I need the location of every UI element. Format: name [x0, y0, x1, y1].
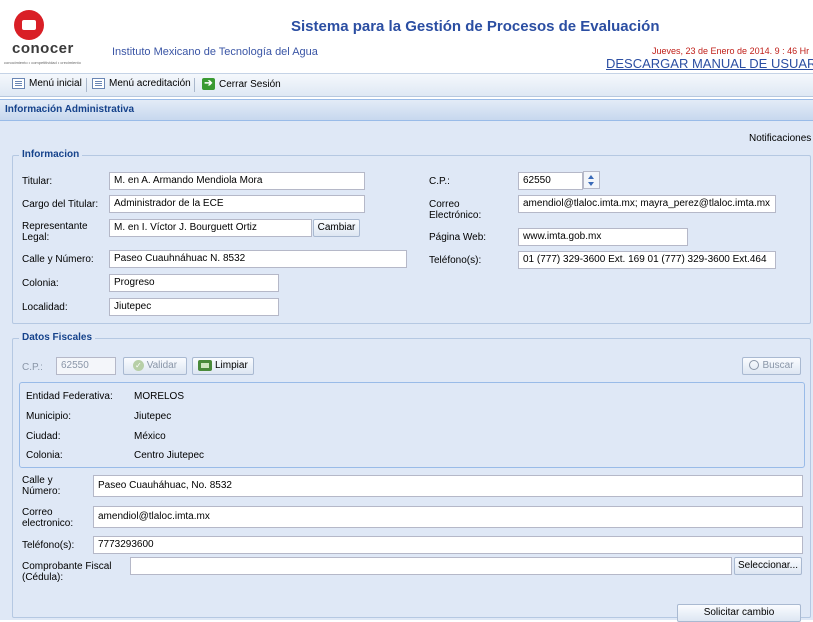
toolbar-divider: [86, 78, 87, 92]
notifications-link[interactable]: Notificaciones: [749, 133, 811, 144]
datos-fiscales-legend: Datos Fiscales: [19, 332, 96, 343]
colonia-field[interactable]: Progreso: [109, 274, 279, 292]
toolbar: Menú inicial Menú acreditación ➔ Cerrar …: [0, 73, 813, 97]
calle-field[interactable]: Paseo Cuauhnáhuac N. 8532: [109, 250, 407, 268]
fiscal-telefono-field[interactable]: 7773293600: [93, 536, 803, 554]
cerrar-sesion-button[interactable]: ➔ Cerrar Sesión: [202, 78, 281, 90]
ciudad-value: México: [134, 431, 166, 442]
logo-text: conocer: [12, 40, 74, 57]
cargo-field[interactable]: Administrador de la ECE: [109, 195, 365, 213]
panel-header: Información Administrativa: [0, 99, 813, 121]
fiscal-cp-label: C.P.:: [22, 362, 43, 373]
cp-label: C.P.:: [429, 176, 450, 187]
comprobante-label: Comprobante Fiscal (Cédula):: [22, 561, 112, 583]
fiscal-telefono-label: Teléfono(s):: [22, 540, 75, 551]
limpiar-label: Limpiar: [214, 360, 248, 371]
fiscal-cp-field[interactable]: 62550: [56, 357, 116, 375]
entidad-label: Entidad Federativa:: [26, 391, 113, 402]
titular-field[interactable]: M. en A. Armando Mendiola Mora: [109, 172, 365, 190]
municipio-value: Jiutepec: [134, 411, 172, 422]
panel-title: Información Administrativa: [5, 104, 135, 115]
logo-tagline: conocimiento • competitividad • crecimie…: [4, 60, 81, 65]
fiscal-calle-label: Calle y Número:: [22, 475, 61, 497]
solicitar-cambio-button[interactable]: Solicitar cambio: [677, 604, 801, 622]
check-icon: ✓: [132, 359, 144, 371]
clear-icon: [198, 359, 213, 371]
colonia-fiscal-label: Colonia:: [26, 450, 63, 461]
entidad-value: MORELOS: [134, 391, 185, 402]
buscar-label: Buscar: [762, 360, 794, 371]
menu-acreditacion-label: Menú acreditación: [109, 78, 191, 89]
menu-inicial-button[interactable]: Menú inicial: [12, 78, 82, 89]
search-icon: [749, 360, 760, 371]
colonia-fiscal-value: Centro Jiutepec: [134, 450, 205, 461]
cambiar-button[interactable]: Cambiar: [313, 219, 360, 237]
validar-label: Validar: [146, 360, 178, 371]
conocer-logo-icon: [14, 10, 44, 40]
representante-label: Representante Legal:: [22, 221, 88, 243]
ciudad-label: Ciudad:: [26, 431, 61, 442]
buscar-button[interactable]: Buscar: [742, 357, 801, 375]
validar-button[interactable]: ✓ Validar: [123, 357, 187, 375]
exit-arrow-icon: ➔: [202, 78, 215, 90]
menu-acreditacion-button[interactable]: Menú acreditación: [92, 78, 191, 89]
seleccionar-button[interactable]: Seleccionar...: [734, 557, 802, 575]
cargo-label: Cargo del Titular:: [22, 199, 99, 210]
download-manual-link[interactable]: DESCARGAR MANUAL DE USUARIO: [606, 56, 813, 71]
menu-inicial-label: Menú inicial: [29, 78, 82, 89]
comprobante-field[interactable]: [130, 557, 732, 575]
toolbar-divider: [194, 78, 195, 92]
localidad-field[interactable]: Jiutepec: [109, 298, 279, 316]
institution-name: Instituto Mexicano de Tecnología del Agu…: [112, 46, 318, 58]
fiscal-calle-field[interactable]: Paseo Cuauháhuac, No. 8532: [93, 475, 803, 497]
web-field[interactable]: www.imta.gob.mx: [518, 228, 688, 246]
correo-label: Correo Electrónico:: [429, 199, 482, 221]
correo-field[interactable]: amendiol@tlaloc.imta.mx; mayra_perez@tla…: [518, 195, 776, 213]
fiscal-correo-field[interactable]: amendiol@tlaloc.imta.mx: [93, 506, 803, 528]
app-header: conocer conocimiento • competitividad • …: [0, 0, 813, 71]
web-label: Página Web:: [429, 232, 487, 243]
calle-label: Calle y Número:: [22, 254, 94, 265]
representante-field[interactable]: M. en I. Víctor J. Bourguett Ortiz: [109, 219, 312, 237]
localidad-label: Localidad:: [22, 302, 68, 313]
municipio-label: Municipio:: [26, 411, 72, 422]
limpiar-button[interactable]: Limpiar: [192, 357, 254, 375]
telefono-field[interactable]: 01 (777) 329-3600 Ext. 169 01 (777) 329-…: [518, 251, 776, 269]
menu-icon: [92, 78, 105, 89]
cp-field[interactable]: 62550: [518, 172, 583, 190]
cp-spinner[interactable]: [583, 171, 600, 189]
telefono-label: Teléfono(s):: [429, 255, 482, 266]
date-time: Jueves, 23 de Enero de 2014. 9 : 46 Hr: [652, 46, 810, 56]
app-title: Sistema para la Gestión de Procesos de E…: [291, 18, 660, 35]
menu-icon: [12, 78, 25, 89]
informacion-legend: Informacion: [19, 149, 83, 160]
fiscal-correo-label: Correo electronico:: [22, 507, 74, 529]
titular-label: Titular:: [22, 176, 53, 187]
colonia-label: Colonia:: [22, 278, 59, 289]
cerrar-sesion-label: Cerrar Sesión: [219, 78, 281, 90]
